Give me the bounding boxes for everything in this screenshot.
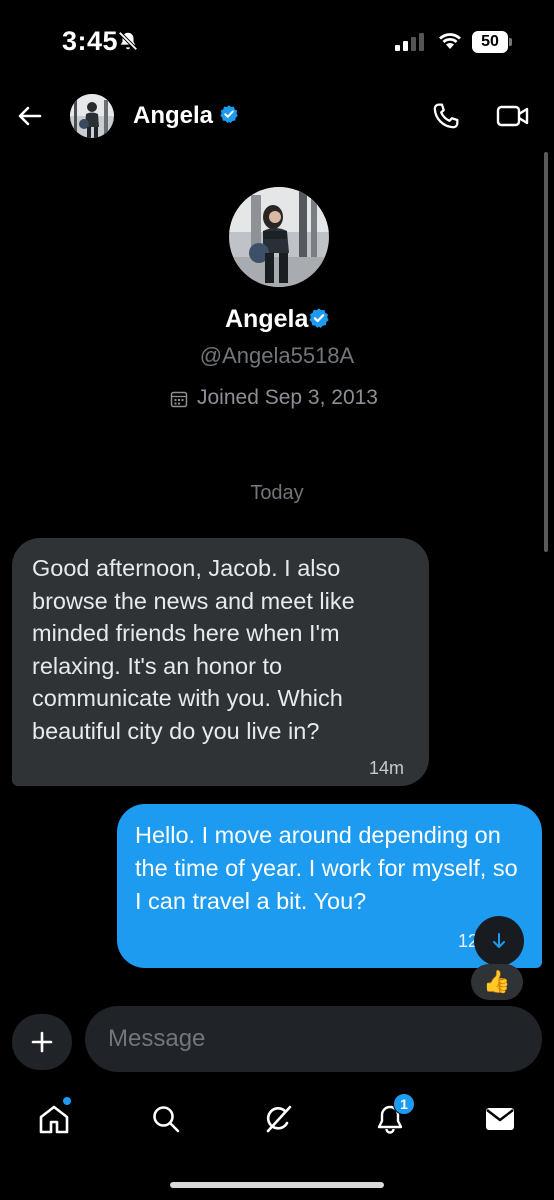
profile-avatar[interactable] — [229, 187, 329, 287]
video-call-icon[interactable] — [496, 102, 530, 130]
nav-search[interactable] — [146, 1099, 186, 1139]
phone-icon[interactable] — [430, 100, 462, 132]
status-time: 3:45 — [62, 26, 119, 56]
back-arrow-icon[interactable] — [14, 100, 46, 132]
home-indicator — [170, 1182, 384, 1188]
bell-off-icon — [118, 31, 138, 51]
message-text: Hello. I move around depending on the ti… — [135, 822, 518, 914]
add-attachment-button[interactable] — [12, 1014, 72, 1070]
verified-badge-icon — [309, 308, 329, 328]
signal-icon — [395, 33, 424, 51]
notification-count-badge: 1 — [393, 1093, 415, 1115]
reaction-badge[interactable]: 👍 — [471, 964, 523, 1000]
status-bar: 3:45 50 — [0, 0, 554, 90]
unread-dot — [62, 1096, 72, 1106]
messages-icon — [486, 1108, 514, 1130]
home-icon — [39, 1105, 69, 1134]
calendar-icon — [170, 391, 188, 408]
conversation-header: Angela — [0, 88, 554, 144]
scroll-to-bottom-button[interactable] — [474, 916, 524, 966]
battery-level: 50 — [472, 31, 508, 53]
grok-icon — [266, 1105, 292, 1133]
joined-text: Joined Sep 3, 2013 — [197, 386, 378, 409]
wifi-icon — [439, 33, 461, 49]
plus-icon — [31, 1031, 53, 1053]
profile-handle: @Angela5518A — [199, 343, 355, 368]
message-bubble-incoming[interactable]: Good afternoon, Jacob. I also browse the… — [12, 538, 429, 786]
header-avatar[interactable] — [70, 94, 114, 138]
bottom-nav: 1 — [0, 1085, 554, 1155]
arrow-down-icon — [493, 933, 505, 948]
nav-notifications[interactable]: 1 — [370, 1093, 415, 1139]
profile-name[interactable]: Angela — [225, 305, 308, 334]
message-timestamp: 14m — [369, 758, 405, 778]
header-name[interactable]: Angela — [133, 102, 213, 130]
message-input[interactable] — [85, 1006, 542, 1072]
nav-messages[interactable] — [480, 1099, 520, 1139]
verified-badge-icon — [220, 105, 238, 123]
date-divider: Today — [250, 482, 304, 504]
nav-grok[interactable] — [258, 1099, 298, 1139]
message-text: Good afternoon, Jacob. I also browse the… — [32, 555, 355, 744]
battery-icon: 50 — [472, 31, 512, 53]
search-icon — [153, 1106, 180, 1133]
nav-home[interactable] — [34, 1096, 74, 1139]
